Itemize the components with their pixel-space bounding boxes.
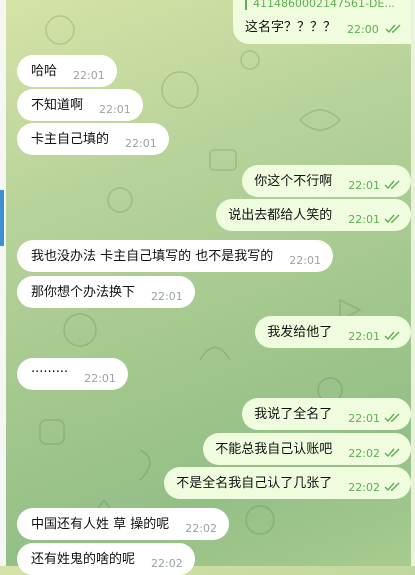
reply-quote-text[interactable]: 4114860002147561-DE...	[253, 0, 395, 10]
message-text: 这名字？？？？	[245, 20, 337, 35]
message-text: 我说了全名了	[254, 406, 333, 422]
message-time: 22:01	[348, 212, 380, 226]
outgoing-reply-message[interactable]: 4114860002147561-DE... 这名字？？？？ 22:00	[233, 0, 411, 44]
message-time: 22:02	[185, 521, 217, 535]
message-time: 22:02	[348, 480, 380, 494]
incoming-message[interactable]: 中国还有人姓 草 操的呢 22:02	[17, 508, 229, 540]
message-time: 22:02	[348, 446, 380, 460]
message-text: 不知道啊	[31, 97, 84, 113]
incoming-message[interactable]: ········· 22:01	[17, 358, 128, 390]
message-text: 我发给他了	[267, 324, 333, 340]
outgoing-message[interactable]: 你这个不行啊 22:01	[242, 165, 411, 197]
message-time: 22:01	[84, 371, 116, 385]
message-text: 中国还有人姓 草 操的呢	[31, 516, 170, 532]
message-time: 22:02	[151, 556, 183, 570]
double-check-icon	[384, 448, 400, 458]
outgoing-message[interactable]: 不是全名我自己认了几张了 22:02	[164, 467, 411, 499]
outgoing-message[interactable]: 我发给他了 22:01	[255, 316, 411, 348]
double-check-icon	[385, 24, 401, 34]
reply-quote-bar	[245, 0, 247, 10]
right-panel-edge	[411, 0, 415, 566]
double-check-icon	[384, 482, 400, 492]
message-text: 我也没办法 卡主自己填写的 也不是我写的	[31, 248, 274, 264]
left-panel-edge	[0, 0, 6, 566]
message-text: 那你想个办法换下	[31, 284, 136, 300]
message-text: 哈哈	[31, 63, 58, 79]
message-text: 不是全名我自己认了几张了	[176, 475, 333, 491]
message-time: 22:01	[348, 411, 380, 425]
incoming-message[interactable]: 还有姓鬼的啥的呢 22:02	[17, 543, 195, 575]
message-time: 22:01	[151, 289, 183, 303]
message-time: 22:01	[348, 178, 380, 192]
message-time: 22:01	[73, 68, 105, 82]
message-text: 你这个不行啊	[254, 173, 333, 189]
double-check-icon	[384, 331, 400, 341]
message-time: 22:01	[348, 329, 380, 343]
message-text: 说出去都给人笑的	[228, 207, 333, 223]
incoming-message[interactable]: 我也没办法 卡主自己填写的 也不是我写的 22:01	[17, 240, 333, 272]
incoming-message[interactable]: 卡主自己填的 22:01	[17, 123, 169, 155]
outgoing-message[interactable]: 说出去都给人笑的 22:01	[216, 199, 411, 231]
incoming-message[interactable]: 不知道啊 22:01	[17, 89, 143, 121]
message-text: 还有姓鬼的啥的呢	[31, 551, 136, 567]
outgoing-message[interactable]: 不能总我自己认账吧 22:02	[203, 433, 411, 465]
incoming-message[interactable]: 哈哈 22:01	[17, 55, 117, 87]
sidebar-selection-accent	[0, 190, 4, 246]
message-time: 22:01	[99, 102, 131, 116]
message-text: 卡主自己填的	[31, 131, 110, 147]
double-check-icon	[384, 214, 400, 224]
message-text: ·········	[31, 364, 69, 380]
message-time: 22:00	[347, 23, 379, 36]
message-text: 不能总我自己认账吧	[215, 441, 333, 457]
message-time: 22:01	[125, 136, 157, 150]
double-check-icon	[384, 180, 400, 190]
outgoing-message[interactable]: 我说了全名了 22:01	[242, 398, 411, 430]
double-check-icon	[384, 413, 400, 423]
message-time: 22:01	[289, 253, 321, 267]
incoming-message[interactable]: 那你想个办法换下 22:01	[17, 276, 195, 308]
